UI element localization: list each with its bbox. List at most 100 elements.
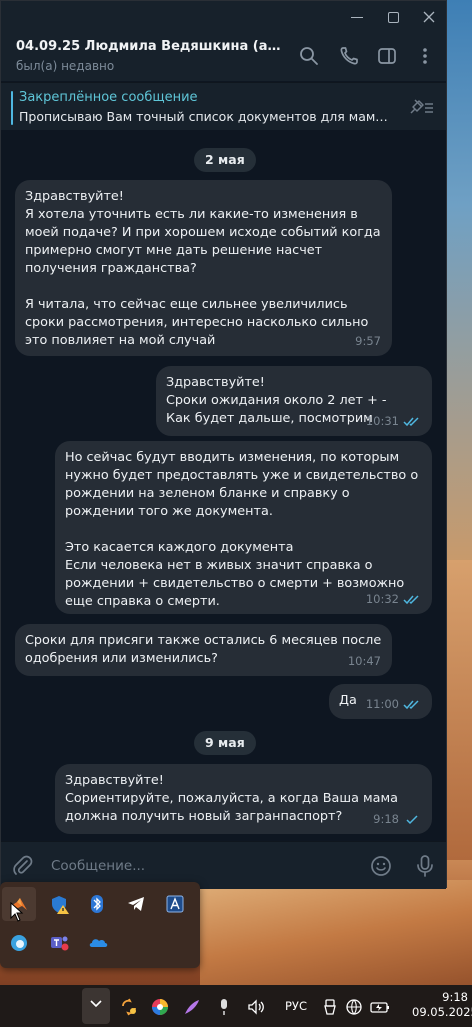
message-meta: 9:18 xyxy=(373,810,421,828)
chat-header[interactable]: 04.09.25 Людмила Ведяшкина (асистпо... б… xyxy=(1,31,446,81)
phone-icon xyxy=(340,47,358,65)
defender-warning-icon xyxy=(52,896,69,914)
message-list[interactable]: 2 мая Здравствуйте! Я хотела уточнить ес… xyxy=(1,131,446,841)
message-time: 9:18 xyxy=(373,812,399,826)
clock-date: 09.05.2025 xyxy=(412,1005,472,1019)
tray-browser[interactable] xyxy=(2,926,36,960)
message-time: 9:57 xyxy=(355,334,381,348)
browser-icon xyxy=(11,935,27,951)
message-outgoing[interactable]: Да 11:00 xyxy=(329,684,432,719)
globe-icon xyxy=(346,999,362,1015)
teams-icon xyxy=(51,936,69,951)
message-text: Здравствуйте! Сориентируйте, пожалуйста,… xyxy=(65,773,398,824)
pinned-label: Закреплённое сообщение xyxy=(19,90,198,105)
more-vertical-icon xyxy=(423,48,427,64)
tray-bluetooth[interactable] xyxy=(80,887,114,921)
chevron-down-icon xyxy=(90,1000,102,1008)
tray-volume[interactable] xyxy=(244,988,268,1024)
telegram-icon xyxy=(128,897,144,911)
search-button[interactable] xyxy=(297,44,321,68)
message-outgoing[interactable]: Здравствуйте! Сориентируйте, пожалуйста,… xyxy=(55,764,432,834)
wallpaper-dune xyxy=(200,880,472,990)
smiley-icon xyxy=(371,856,391,876)
pinned-accent-line xyxy=(11,91,13,125)
tray-sync[interactable] xyxy=(117,988,141,1024)
tray-microphone[interactable] xyxy=(212,988,236,1024)
call-button[interactable] xyxy=(337,44,361,68)
bluetooth-icon xyxy=(91,895,103,913)
pinned-message-bar[interactable]: Закреплённое сообщение Прописываю Вам то… xyxy=(1,82,446,130)
date-separator: 9 мая xyxy=(194,731,256,755)
pin-list-icon xyxy=(410,99,433,114)
emoji-button[interactable] xyxy=(369,854,393,878)
show-hidden-icons-button[interactable] xyxy=(82,988,110,1024)
message-meta: 10:31 xyxy=(366,412,421,430)
tray-usb[interactable] xyxy=(318,988,342,1024)
battery-charging-icon xyxy=(370,1002,389,1013)
tray-telegram[interactable] xyxy=(119,887,153,921)
pinned-list-button[interactable] xyxy=(409,97,435,117)
windows-taskbar: РУС 9:18 09.05.2025 xyxy=(0,985,472,1027)
message-meta: 10:47 xyxy=(348,652,381,670)
microphone-icon xyxy=(221,999,227,1015)
input-language[interactable]: РУС xyxy=(280,988,312,1024)
tray-color-app[interactable] xyxy=(148,988,172,1024)
minimize-button[interactable] xyxy=(347,7,367,27)
a-app-icon xyxy=(166,895,184,913)
onedrive-icon xyxy=(89,939,108,947)
side-panel-button[interactable] xyxy=(375,44,399,68)
telegram-window: 04.09.25 Людмила Ведяшкина (асистпо... б… xyxy=(0,0,447,889)
tray-defender[interactable] xyxy=(42,887,76,921)
double-check-icon xyxy=(403,416,419,426)
message-outgoing[interactable]: Но сейчас будут вводить изменения, по ко… xyxy=(55,441,432,614)
voice-record-button[interactable] xyxy=(413,853,437,879)
message-meta: 9:57 xyxy=(355,332,381,350)
tray-onedrive[interactable] xyxy=(80,926,114,960)
chat-title[interactable]: 04.09.25 Людмила Ведяшкина (асистпо... xyxy=(16,39,286,54)
paperclip-icon xyxy=(13,855,33,875)
message-outgoing[interactable]: Здравствуйте! Сроки ожидания около 2 лет… xyxy=(156,366,432,436)
sidebar-toggle-icon xyxy=(378,48,396,64)
message-input[interactable] xyxy=(51,854,351,878)
message-time: 11:00 xyxy=(365,697,399,711)
mouse-cursor-icon xyxy=(10,902,24,922)
message-time: 10:47 xyxy=(347,654,381,668)
tray-network[interactable] xyxy=(342,988,366,1024)
message-time: 10:31 xyxy=(365,414,399,428)
message-incoming[interactable]: Здравствуйте! Я хотела уточнить есть ли … xyxy=(15,180,392,356)
minimize-icon xyxy=(351,17,363,18)
chat-status: был(а) недавно xyxy=(16,59,115,73)
clock[interactable]: 9:18 09.05.2025 xyxy=(412,990,472,1020)
pen-icon xyxy=(185,1000,199,1014)
window-titlebar xyxy=(1,1,446,31)
tray-a-app[interactable] xyxy=(158,887,192,921)
message-time: 10:32 xyxy=(365,592,399,606)
message-meta: 11:00 xyxy=(366,695,421,713)
date-separator: 2 мая xyxy=(194,148,256,172)
more-menu-button[interactable] xyxy=(413,44,437,68)
microphone-icon xyxy=(417,855,433,877)
tray-teams[interactable] xyxy=(42,926,76,960)
close-icon xyxy=(423,11,435,23)
message-text: Сроки для присяги также остались 6 месяц… xyxy=(25,633,386,666)
close-button[interactable] xyxy=(419,7,439,27)
sync-icon xyxy=(122,998,136,1016)
message-meta: 10:32 xyxy=(366,590,421,608)
message-text: Но сейчас будут вводить изменения, по ко… xyxy=(65,450,419,609)
tray-pen[interactable] xyxy=(180,988,204,1024)
pinned-text: Прописываю Вам точный список документов … xyxy=(19,109,389,124)
usb-icon xyxy=(324,999,336,1015)
tray-overflow-flyout xyxy=(0,882,200,968)
message-incoming[interactable]: Сроки для присяги также остались 6 месяц… xyxy=(15,624,392,676)
speaker-icon xyxy=(248,999,264,1015)
clock-time: 9:18 xyxy=(442,990,468,1004)
attach-button[interactable] xyxy=(11,854,35,878)
tray-battery[interactable] xyxy=(368,988,392,1024)
maximize-icon xyxy=(388,12,399,23)
single-check-icon xyxy=(406,814,418,824)
double-check-icon xyxy=(403,699,419,709)
maximize-button[interactable] xyxy=(383,7,403,27)
message-text: Здравствуйте! Я хотела уточнить есть ли … xyxy=(25,189,381,348)
color-wheel-icon xyxy=(152,999,168,1015)
double-check-icon xyxy=(403,594,419,604)
